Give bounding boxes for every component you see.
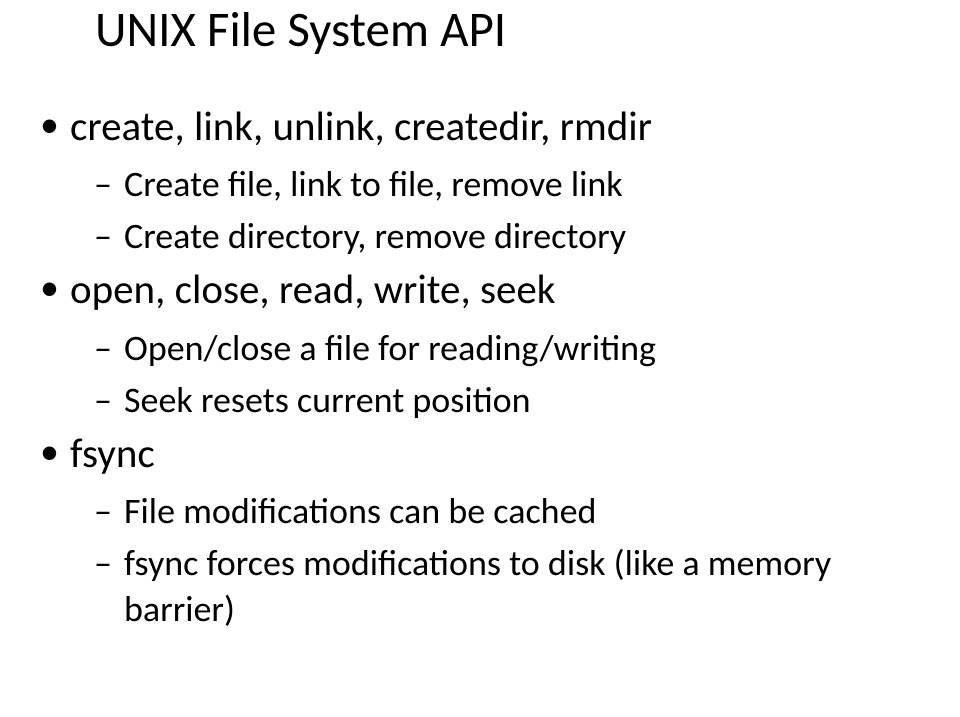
bullet-list: create, link, unlink, createdir, rmdir C…: [40, 102, 940, 632]
bullet-level2: Seek resets current position: [94, 377, 940, 423]
bullet-level2: Create directory, remove directory: [94, 213, 940, 259]
bullet-level2: File modifications can be cached: [94, 488, 940, 534]
bullet-level2: fsync forces modifications to disk (like…: [94, 540, 940, 632]
slide-content: create, link, unlink, createdir, rmdir C…: [20, 102, 940, 632]
bullet-level2: Open/close a file for reading/writing: [94, 325, 940, 371]
bullet-level2: Create file, link to file, remove link: [94, 161, 940, 207]
slide-title: UNIX File System API: [95, 0, 940, 60]
slide-container: UNIX File System API create, link, unlin…: [0, 0, 960, 717]
bullet-level1: open, close, read, write, seek: [40, 265, 940, 316]
bullet-level1: create, link, unlink, createdir, rmdir: [40, 102, 940, 153]
bullet-level1: fsync: [40, 429, 940, 480]
